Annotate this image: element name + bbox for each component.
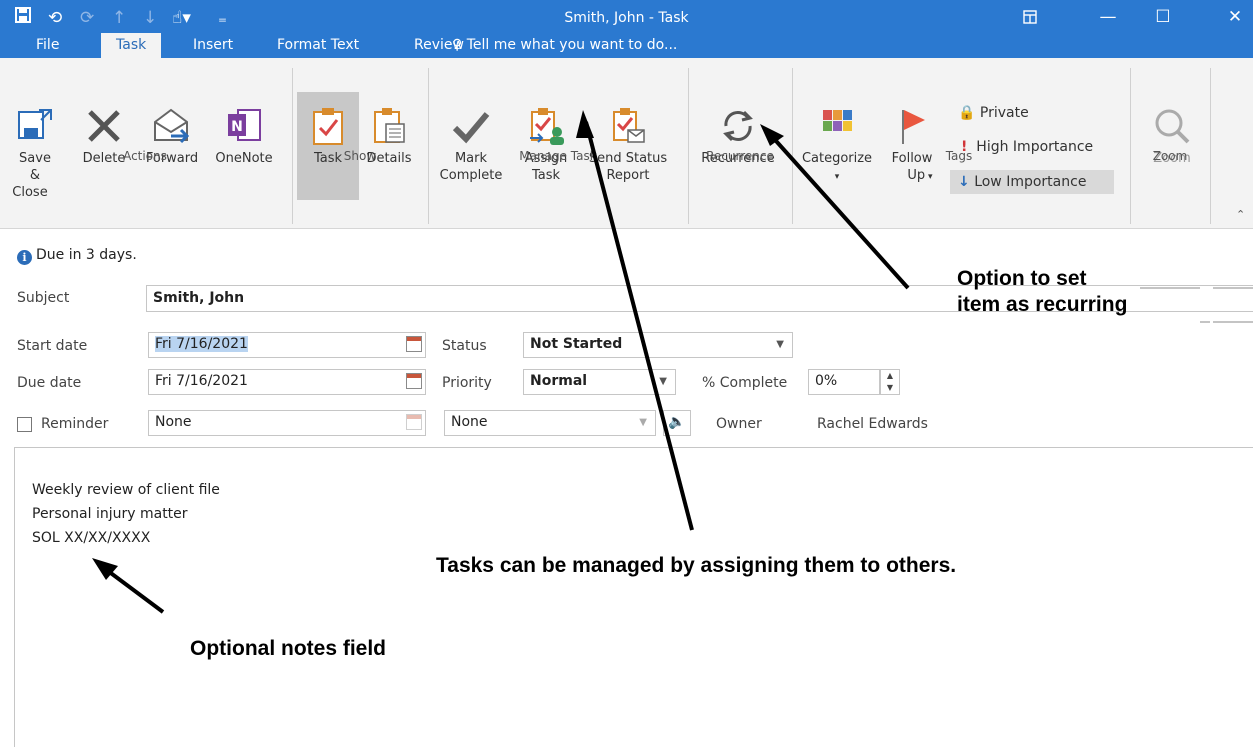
title-bar: ⟲ ⟳ ↑ ↓ ☝▾ ₌ Smith, John - Task — ☐ ✕ Fi… [0,0,1253,58]
forward-icon [154,108,190,144]
notes-line: Weekly review of client file [32,482,220,498]
minimize-icon[interactable]: — [1091,3,1125,31]
onenote-icon: N [228,109,261,141]
chevron-down-icon: ▼ [639,417,647,428]
start-date-label: Start date [17,338,88,354]
calendar-icon[interactable] [406,373,422,389]
tab-file[interactable]: File [36,33,59,58]
flag-icon [902,110,925,144]
send-status-report-button[interactable]: Send Status Report [580,106,676,184]
reminder-label: Reminder [41,416,109,432]
reminder-checkbox[interactable] [17,417,32,432]
tell-me-box[interactable]: ♀ Tell me what you want to do... [452,33,677,58]
task-clipboard-icon [313,108,343,145]
info-bar: i Due in 3 days. [17,246,137,265]
chevron-down-icon: ▾ [925,172,933,182]
assign-task-button[interactable]: Assign Task [518,106,574,184]
priority-label: Priority [442,375,492,391]
priority-dropdown[interactable]: Normal ▼ [523,369,676,395]
chevron-down-icon: ▼ [659,376,667,387]
actions-group-label: Actions [123,149,167,163]
checkmark-icon [452,112,490,144]
svg-text:N: N [231,119,243,135]
arrow-down-icon: ↓ [958,174,970,190]
notes-line: SOL XX/XX/XXXX [32,530,151,546]
due-date-label: Due date [17,375,82,391]
mark-complete-button[interactable]: Mark Complete [436,106,506,184]
group-separator [1210,68,1211,224]
private-button[interactable]: 🔒 Private [958,102,1029,124]
spin-down-icon[interactable]: ▼ [887,383,893,392]
zoom-group-label: Zoom [1152,149,1188,163]
annotation-recurring: Option to set item as recurring [957,267,1128,316]
status-label: Status [442,338,487,354]
calendar-icon [406,414,422,430]
annotation-notes: Optional notes field [190,637,387,660]
owner-label: Owner [716,416,762,432]
categorize-icon [823,110,852,131]
lightbulb-icon: ♀ [452,37,467,53]
percent-spinner[interactable]: ▲ ▼ [880,369,900,395]
notes-line: Personal injury matter [32,506,188,522]
owner-value: Rachel Edwards [817,416,928,432]
delete-icon [88,110,120,142]
tab-format-text[interactable]: Format Text [277,33,359,58]
subject-label: Subject [17,290,70,306]
group-separator [428,68,429,224]
reminder-date-field: None [148,410,426,436]
annotation-assign: Tasks can be managed by assigning them t… [436,554,957,577]
due-date-field[interactable]: Fri 7/16/2021 [148,369,426,395]
calendar-icon[interactable] [406,336,422,352]
close-icon[interactable]: ✕ [1218,3,1252,31]
chevron-down-icon: ▼ [776,339,784,350]
status-report-icon [613,108,645,143]
start-date-field[interactable]: Fri 7/16/2021 [148,332,426,358]
group-separator [292,68,293,224]
percent-complete-label: % Complete [702,375,788,391]
categorize-button[interactable]: Categorize ▾ [794,106,880,186]
chevron-down-icon: ▾ [834,172,840,182]
reminder-sound-button[interactable]: 🔈 [663,410,691,436]
ribbon-display-options-icon[interactable] [1013,3,1047,31]
recurrence-group-label: Recurrence [706,149,774,163]
info-icon: i [17,250,32,265]
percent-complete-field[interactable]: 0% [808,369,880,395]
reminder-time-dropdown: None ▼ [444,410,656,436]
window-title: Smith, John - Task [564,10,689,26]
status-dropdown[interactable]: Not Started ▼ [523,332,793,358]
lock-icon: 🔒 [958,105,976,121]
assign-task-icon [530,108,564,145]
show-group-label: Show [343,149,377,163]
low-importance-button[interactable]: ↓ Low Importance [958,171,1086,193]
speaker-icon: 🔈 [668,414,686,430]
maximize-icon[interactable]: ☐ [1146,3,1180,31]
group-separator [792,68,793,224]
follow-up-button[interactable]: Follow Up ▾ [884,106,940,186]
save-close-icon [18,109,52,139]
recurrence-icon [723,110,753,142]
magnifier-icon [1155,109,1190,144]
tab-insert[interactable]: Insert [193,33,233,58]
spin-up-icon[interactable]: ▲ [887,371,893,380]
manage-task-group-label: Manage Task [519,149,597,163]
details-icon [374,108,405,143]
tags-group-label: Tags [945,149,973,163]
group-separator [1130,68,1131,224]
collapse-ribbon-icon[interactable]: ⌃ [1236,208,1245,221]
tab-task[interactable]: Task [101,33,162,58]
group-separator [688,68,689,224]
